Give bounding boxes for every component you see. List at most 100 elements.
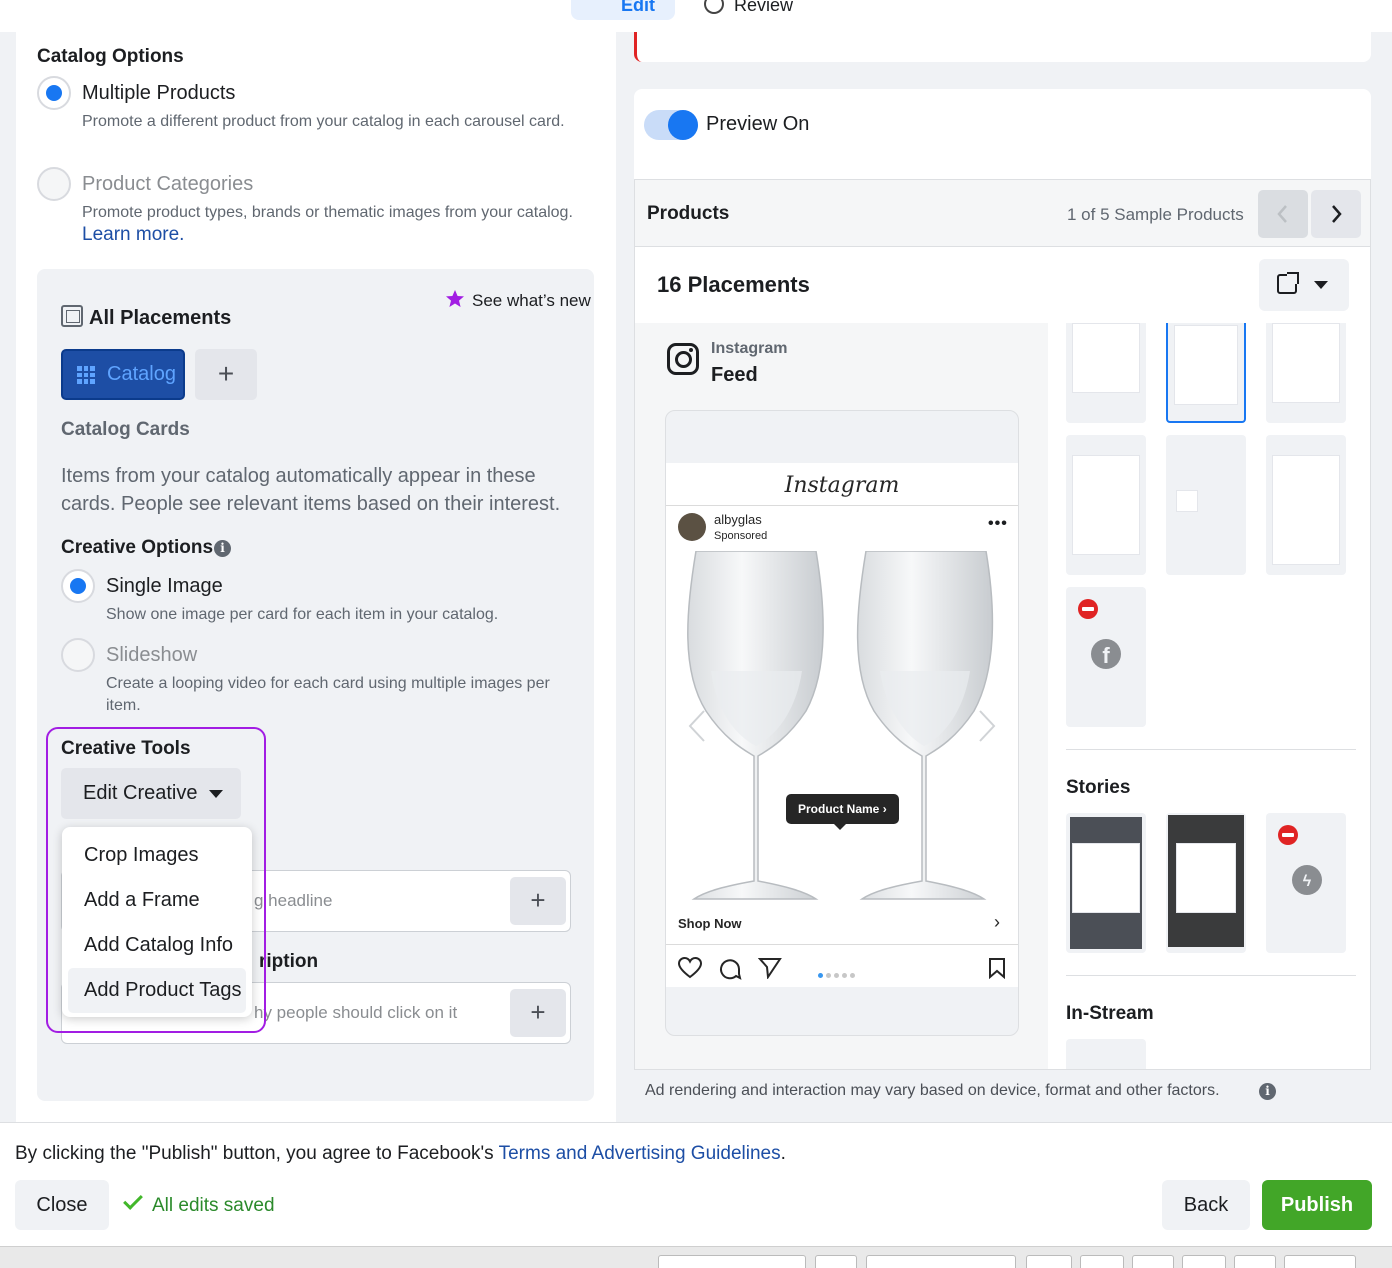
info-icon[interactable]: i <box>214 540 231 557</box>
publish-button[interactable]: Publish <box>1262 1180 1372 1230</box>
sample-count: 1 of 5 Sample Products <box>1067 205 1244 224</box>
stories-title: Stories <box>1066 777 1131 798</box>
add-headline-button[interactable]: + <box>510 877 566 925</box>
shop-now-row[interactable]: Shop Now › <box>666 903 1018 945</box>
carousel-dots <box>816 965 856 983</box>
grid-icon <box>77 366 95 384</box>
close-button[interactable]: Close <box>15 1180 109 1230</box>
taskbar-item[interactable] <box>1080 1255 1124 1268</box>
thumbnail-instagram-feed[interactable] <box>1166 323 1246 423</box>
taskbar-item[interactable] <box>658 1255 806 1268</box>
phone-mockup: Instagram albyglas Sponsored ••• Product… <box>665 410 1019 1036</box>
radio-product-categories[interactable] <box>37 167 71 201</box>
error-strip <box>634 32 1371 62</box>
section-divider <box>1066 975 1356 976</box>
thumbnail-feed-1[interactable] <box>1066 323 1146 423</box>
preview-toggle-card: Preview On <box>634 89 1371 179</box>
back-button[interactable]: Back <box>1162 1180 1250 1230</box>
thumbnail-feed-3[interactable] <box>1266 323 1346 423</box>
product-categories-desc-text: Promote product types, brands or themati… <box>82 204 573 221</box>
taskbar-item[interactable] <box>815 1255 857 1268</box>
placements-count-title: 16 Placements <box>657 272 810 297</box>
tab-review-label: Review <box>734 0 794 15</box>
thumbnail-facebook-unavailable[interactable]: f <box>1066 587 1146 727</box>
add-description-button[interactable]: + <box>510 989 566 1037</box>
preview-area: Instagram Feed Instagram albyglas Sponso… <box>634 323 1371 1070</box>
multiple-products-label: Multiple Products <box>82 82 236 104</box>
tab-review[interactable]: Review <box>704 0 793 20</box>
taskbar-item[interactable] <box>1182 1255 1226 1268</box>
next-product-button[interactable] <box>1311 190 1361 238</box>
menu-item-add-product-tags[interactable]: Add Product Tags <box>68 968 246 1013</box>
taskbar-item[interactable] <box>1132 1255 1174 1268</box>
tab-edit[interactable]: Edit <box>571 0 675 20</box>
radio-single-image[interactable] <box>61 569 95 603</box>
all-placements-title: All Placements <box>89 307 232 329</box>
menu-item-add-catalog-info[interactable]: Add Catalog Info <box>68 923 246 968</box>
taskbar-item[interactable] <box>1284 1255 1356 1268</box>
agreement-suffix: . <box>780 1143 786 1164</box>
section-divider <box>1066 749 1356 750</box>
radio-multiple-products[interactable] <box>37 76 71 110</box>
learn-more-link[interactable]: Learn more. <box>82 224 184 245</box>
preview-toggle-label: Preview On <box>706 113 810 135</box>
messenger-icon: ϟ <box>1292 865 1322 895</box>
thumbnail-marketplace[interactable] <box>1066 435 1146 575</box>
thumbnail-messenger-unavailable[interactable]: ϟ <box>1266 813 1346 953</box>
placement-position: Feed <box>711 364 758 386</box>
add-placement-button[interactable]: + <box>195 349 257 400</box>
info-icon[interactable]: i <box>1259 1083 1276 1100</box>
taskbar-item[interactable] <box>1234 1255 1276 1268</box>
share-icon[interactable] <box>758 957 782 979</box>
thumbnail-right-column[interactable] <box>1166 435 1246 575</box>
catalog-cards-desc: Items from your catalog automatically ap… <box>61 465 561 515</box>
heart-icon[interactable] <box>678 957 702 979</box>
instagram-post: Instagram albyglas Sponsored ••• Product… <box>666 463 1018 987</box>
product-image: Product Name › <box>666 551 1018 903</box>
facebook-icon: f <box>1091 639 1121 669</box>
chevron-left-icon <box>1277 205 1287 223</box>
chevron-right-icon: › <box>994 912 1000 932</box>
thumbnail-story-2[interactable] <box>1166 813 1246 953</box>
products-title: Products <box>647 203 730 224</box>
catalog-options-title: Catalog Options <box>37 46 184 67</box>
product-categories-label: Product Categories <box>82 173 254 195</box>
product-tag[interactable]: Product Name › <box>786 794 899 830</box>
post-actions <box>666 947 1018 987</box>
edit-creative-menu: Crop Images Add a Frame Add Catalog Info… <box>62 827 252 1017</box>
slideshow-desc: Create a looping video for each card usi… <box>106 675 550 714</box>
product-tag-label: Product Name <box>798 802 880 816</box>
menu-item-crop-images[interactable]: Crop Images <box>68 833 246 878</box>
comment-icon[interactable] <box>718 957 742 981</box>
browser-bottom-bar <box>0 1246 1392 1268</box>
caret-down-icon <box>1314 281 1328 289</box>
catalog-button[interactable]: Catalog <box>61 349 185 400</box>
see-whats-new-link[interactable]: See what’s new <box>472 291 591 311</box>
taskbar-item[interactable] <box>866 1255 1016 1268</box>
thumbnail-story-1[interactable] <box>1066 813 1146 953</box>
bookmark-icon[interactable] <box>988 957 1006 979</box>
platform-name: Instagram <box>711 340 788 357</box>
thumbnail-instream[interactable] <box>1066 1039 1146 1069</box>
slideshow-label: Slideshow <box>106 644 198 666</box>
more-options-icon[interactable]: ••• <box>988 515 1008 533</box>
taskbar-item[interactable] <box>1026 1255 1072 1268</box>
footer-bar: By clicking the "Publish" button, you ag… <box>0 1122 1392 1246</box>
external-link-icon <box>1277 272 1299 294</box>
creative-options-title-text: Creative Options <box>61 537 214 558</box>
prev-product-button[interactable] <box>1258 190 1308 238</box>
product-categories-desc: Promote product types, brands or themati… <box>82 202 582 247</box>
share-preview-button[interactable] <box>1259 259 1349 311</box>
single-image-desc: Show one image per card for each item in… <box>106 606 499 623</box>
placements-icon <box>61 305 83 327</box>
thumbnail-explore[interactable] <box>1266 435 1346 575</box>
checkmark-icon <box>123 1190 143 1210</box>
unavailable-icon <box>1278 825 1298 845</box>
top-tab-bar <box>0 0 1392 32</box>
preview-toggle[interactable] <box>644 110 698 140</box>
menu-item-add-frame[interactable]: Add a Frame <box>68 878 246 923</box>
feed-preview-column: Instagram Feed Instagram albyglas Sponso… <box>635 323 1048 1069</box>
radio-slideshow[interactable] <box>61 638 95 672</box>
terms-link[interactable]: Terms and Advertising Guidelines <box>499 1143 781 1164</box>
single-image-label: Single Image <box>106 575 223 597</box>
